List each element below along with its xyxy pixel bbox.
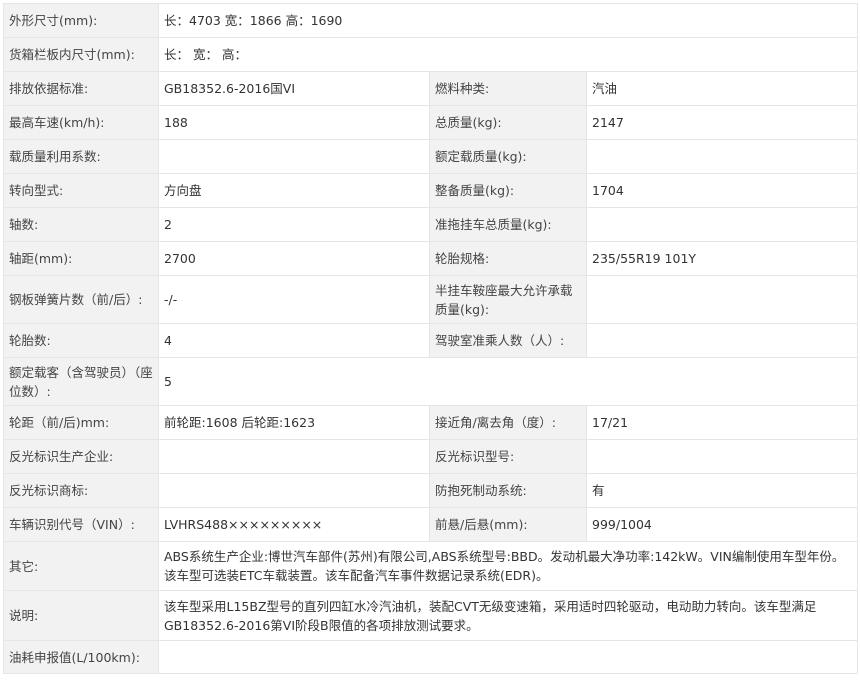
field-label: 驾驶室准乘人数（人）: (429, 323, 587, 358)
field-value: -/- (158, 275, 430, 324)
field-label: 其它: (3, 541, 159, 591)
table-row: 外形尺寸(mm): 长：4703 宽：1866 高：1690 (3, 3, 859, 38)
field-label: 反光标识生产企业: (3, 439, 159, 474)
field-label: 轮距（前/后)mm: (3, 405, 159, 440)
field-label: 总质量(kg): (429, 105, 587, 140)
table-row: 说明: 该车型采用L15BZ型号的直列四缸水冷汽油机，装配CVT无级变速箱，采用适… (3, 590, 859, 641)
field-value: GB18352.6-2016国VI (158, 71, 430, 106)
field-value: 5 (157, 357, 859, 406)
field-value: 188 (158, 105, 430, 140)
field-value: 前轮距:1608 后轮距:1623 (158, 405, 430, 440)
table-row: 额定载客（含驾驶员）（座位数）: 5 (3, 357, 859, 406)
field-value: 235/55R19 101Y (585, 241, 859, 276)
table-row: 轴距(mm): 2700 轮胎规格: 235/55R19 101Y (3, 241, 859, 276)
field-value (585, 439, 859, 474)
field-label: 轮胎规格: (429, 241, 587, 276)
table-row: 排放依据标准: GB18352.6-2016国VI 燃料种类: 汽油 (3, 71, 859, 106)
field-label: 外形尺寸(mm): (3, 3, 159, 38)
field-value (158, 473, 430, 508)
table-row: 其它: ABS系统生产企业:博世汽车部件(苏州)有限公司,ABS系统型号:BBD。… (3, 541, 859, 591)
field-label: 最高车速(km/h): (3, 105, 159, 140)
field-value (158, 439, 430, 474)
field-label: 准拖挂车总质量(kg): (429, 207, 587, 242)
table-row: 反光标识商标: 防抱死制动系统: 有 (3, 473, 859, 508)
table-row: 载质量利用系数: 额定载质量(kg): (3, 139, 859, 174)
field-label: 整备质量(kg): (429, 173, 587, 208)
field-value: 2700 (158, 241, 430, 276)
field-value: 1704 (585, 173, 859, 208)
field-label: 接近角/离去角（度）: (429, 405, 587, 440)
field-value: 999/1004 (585, 507, 859, 542)
field-label: 轴距(mm): (3, 241, 159, 276)
table-row: 钢板弹簧片数（前/后）: -/- 半挂车鞍座最大允许承载质量(kg): (3, 275, 859, 324)
field-value: LVHRS488××××××××× (158, 507, 430, 542)
field-value: 17/21 (585, 405, 859, 440)
field-value: 方向盘 (158, 173, 430, 208)
field-label: 钢板弹簧片数（前/后）: (3, 275, 159, 324)
field-label: 燃料种类: (429, 71, 587, 106)
field-label: 轴数: (3, 207, 159, 242)
field-label: 说明: (3, 590, 159, 641)
field-label: 前悬/后悬(mm): (429, 507, 587, 542)
field-label: 额定载质量(kg): (429, 139, 587, 174)
field-label: 排放依据标准: (3, 71, 159, 106)
field-value (585, 207, 859, 242)
table-row: 货箱栏板内尺寸(mm): 长： 宽： 高： (3, 37, 859, 72)
field-value (158, 139, 430, 174)
vehicle-spec-table: 外形尺寸(mm): 长：4703 宽：1866 高：1690 货箱栏板内尺寸(mm)… (3, 3, 859, 674)
field-label: 载质量利用系数: (3, 139, 159, 174)
table-row: 最高车速(km/h): 188 总质量(kg): 2147 (3, 105, 859, 140)
field-label: 防抱死制动系统: (429, 473, 587, 508)
field-label: 车辆识别代号（VIN）: (3, 507, 159, 542)
field-value: 4 (158, 323, 430, 358)
field-label: 反光标识型号: (429, 439, 587, 474)
table-row: 油耗申报值(L/100km): (3, 640, 859, 674)
field-label: 额定载客（含驾驶员）（座位数）: (3, 357, 159, 406)
field-label: 半挂车鞍座最大允许承载质量(kg): (429, 275, 587, 324)
field-value: 长：4703 宽：1866 高：1690 (157, 3, 859, 38)
field-value: 有 (585, 473, 859, 508)
table-row: 轮距（前/后)mm: 前轮距:1608 后轮距:1623 接近角/离去角（度）: 17… (3, 405, 859, 440)
field-label: 油耗申报值(L/100km): (3, 640, 159, 674)
field-value: 汽油 (585, 71, 859, 106)
field-value (585, 275, 859, 324)
field-value: 2147 (585, 105, 859, 140)
table-row: 车辆识别代号（VIN）: LVHRS488××××××××× 前悬/后悬(mm): 9… (3, 507, 859, 542)
field-label: 轮胎数: (3, 323, 159, 358)
field-value: 长： 宽： 高： (157, 37, 859, 72)
table-row: 轮胎数: 4 驾驶室准乘人数（人）: (3, 323, 859, 358)
field-value: ABS系统生产企业:博世汽车部件(苏州)有限公司,ABS系统型号:BBD。发动机… (157, 541, 859, 591)
field-value: 2 (158, 207, 430, 242)
field-label: 反光标识商标: (3, 473, 159, 508)
field-value: 该车型采用L15BZ型号的直列四缸水冷汽油机，装配CVT无级变速箱，采用适时四轮… (157, 590, 859, 641)
field-label: 转向型式: (3, 173, 159, 208)
table-row: 轴数: 2 准拖挂车总质量(kg): (3, 207, 859, 242)
field-value (585, 323, 859, 358)
field-value (585, 139, 859, 174)
field-label: 货箱栏板内尺寸(mm): (3, 37, 159, 72)
table-row: 反光标识生产企业: 反光标识型号: (3, 439, 859, 474)
table-row: 转向型式: 方向盘 整备质量(kg): 1704 (3, 173, 859, 208)
field-value (157, 640, 859, 674)
